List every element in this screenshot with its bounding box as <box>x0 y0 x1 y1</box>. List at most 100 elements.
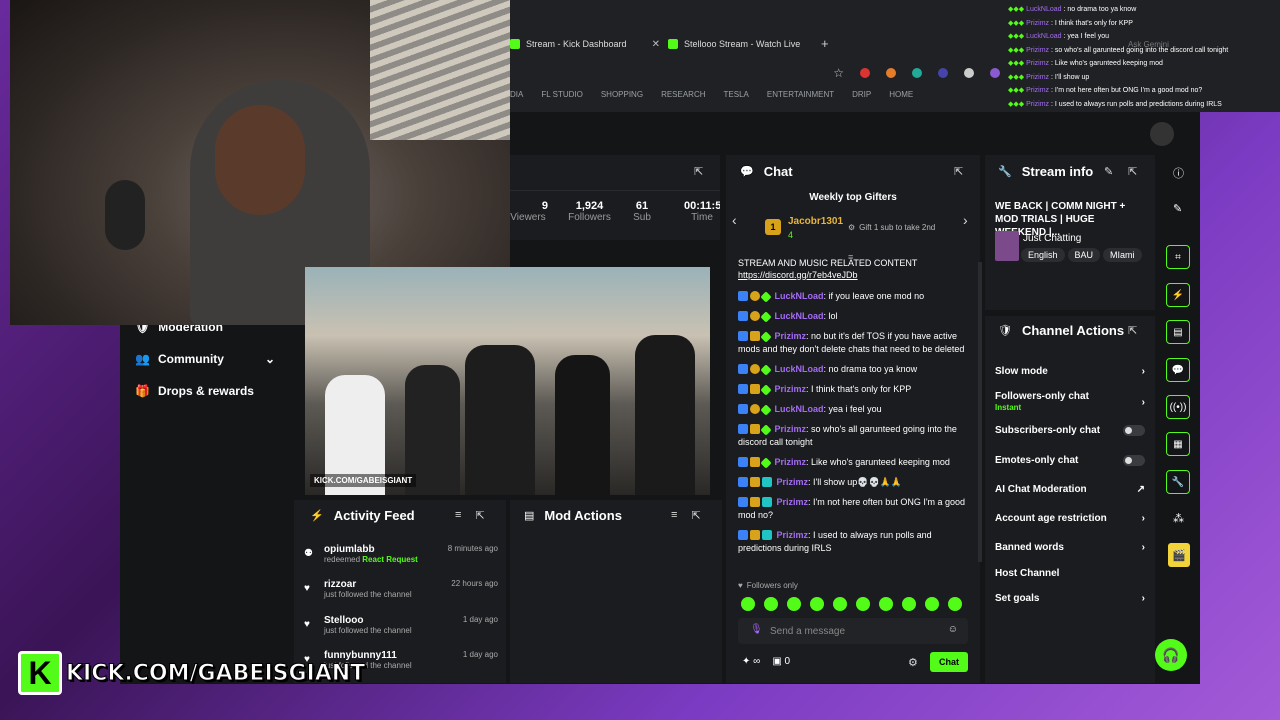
popout-icon[interactable]: ⇱ <box>954 165 963 178</box>
sidebar-item-community[interactable]: 👥 Community ⌄ <box>135 352 275 366</box>
chat-username[interactable]: Prizimz <box>775 457 807 467</box>
clip-icon[interactable]: ⌗ <box>1166 245 1190 269</box>
edit-pencil-icon[interactable]: ✎ <box>1173 202 1182 215</box>
bookmark-item[interactable]: RESEARCH <box>661 90 705 104</box>
popout-icon[interactable]: ⇱ <box>694 165 703 178</box>
chat-username[interactable]: Prizimz <box>777 477 809 487</box>
popout-icon[interactable]: ⇱ <box>475 509 484 522</box>
browser-tab-dashboard[interactable]: Stream - Kick Dashboard ✕ <box>510 34 660 54</box>
chat-username[interactable]: LuckNLoad <box>775 364 824 374</box>
extension-icon[interactable] <box>964 68 974 78</box>
sidebar-item-drops[interactable]: 🎁 Drops & rewards <box>135 384 254 398</box>
bookmark-item[interactable]: DRIP <box>852 90 871 104</box>
popout-icon[interactable]: ⇱ <box>1128 165 1137 178</box>
chat-username[interactable]: Prizimz <box>775 384 807 394</box>
emote-icon[interactable] <box>925 597 939 611</box>
bookmark-item[interactable]: ENTERTAINMENT <box>767 90 834 104</box>
close-icon[interactable]: ✕ <box>652 39 660 50</box>
emote-icon[interactable] <box>856 597 870 611</box>
action-ai-moderation[interactable]: AI Chat Moderation ↗ <box>995 484 1145 495</box>
extension-icon[interactable] <box>860 68 870 78</box>
emoji-icon[interactable]: ☺ <box>948 624 958 635</box>
action-host-channel[interactable]: Host Channel <box>995 568 1145 579</box>
extension-icon[interactable] <box>912 68 922 78</box>
document-icon[interactable]: ▤ <box>1166 320 1190 344</box>
overlay-username: Prizimz <box>1026 100 1050 108</box>
action-account-age[interactable]: Account age restriction › <box>995 513 1145 524</box>
microphone-icon[interactable]: 🎙 <box>750 624 763 635</box>
broadcast-icon[interactable]: ((•)) <box>1166 395 1190 419</box>
bolt-icon: ⚡ <box>310 510 324 522</box>
emote-icon[interactable] <box>948 597 962 611</box>
emote-icon[interactable] <box>764 597 778 611</box>
clapperboard-icon[interactable]: 🎬 <box>1168 543 1190 567</box>
emote-icon[interactable] <box>879 597 893 611</box>
gift-prompt[interactable]: ⚙ Gift 1 sub to take 2nd <box>848 223 935 232</box>
emote-icon[interactable] <box>810 597 824 611</box>
layout-icon[interactable]: ▦ <box>1166 432 1190 456</box>
chat-username[interactable]: Prizimz <box>777 497 809 507</box>
filter-icon[interactable]: ≡ <box>455 509 461 522</box>
stream-preview-video[interactable] <box>305 267 710 495</box>
action-subscribers-only[interactable]: Subscribers-only chat <box>995 425 1145 436</box>
action-set-goals[interactable]: Set goals › <box>995 593 1145 604</box>
bolt-icon[interactable]: ⚡ <box>1166 283 1190 307</box>
bookmark-item[interactable]: TESLA <box>724 90 749 104</box>
chat-username[interactable]: Prizimz <box>775 331 807 341</box>
chat-username[interactable]: LuckNLoad <box>775 291 824 301</box>
chat-scrollbar[interactable] <box>978 262 982 562</box>
emote-icon[interactable] <box>741 597 755 611</box>
chat-username[interactable]: LuckNLoad <box>775 311 824 321</box>
edit-pencil-icon[interactable]: ✎ <box>1104 165 1113 178</box>
emotes-only-toggle[interactable] <box>1123 455 1145 466</box>
browser-tab-stream[interactable]: Stellooo Stream - Watch Live <box>668 34 818 54</box>
chat-username[interactable]: LuckNLoad <box>775 404 824 414</box>
overlay-chat-line: ◆◆◆ Prizimz : so who's all garunteed goi… <box>1008 46 1229 54</box>
kick-favicon-icon <box>510 39 520 49</box>
mod-actions-panel <box>510 500 722 683</box>
new-tab-icon[interactable]: + <box>821 36 829 51</box>
emote-icon[interactable] <box>787 597 801 611</box>
top-gifter-name[interactable]: Jacobr1301 <box>788 216 843 227</box>
chat-username[interactable]: Prizimz <box>777 530 809 540</box>
bookmark-star-icon[interactable]: ☆ <box>833 66 844 80</box>
popout-icon[interactable]: ⇱ <box>691 509 700 522</box>
extension-icon[interactable] <box>886 68 896 78</box>
bookmark-item[interactable]: FL STUDIO <box>541 90 582 104</box>
subscribers-only-toggle[interactable] <box>1123 425 1145 436</box>
action-emotes-only[interactable]: Emotes-only chat <box>995 455 1145 466</box>
wrench-icon[interactable]: 🔧 <box>1166 470 1190 494</box>
bookmark-item[interactable]: DIA <box>510 90 523 104</box>
tag-chip[interactable]: BAU <box>1067 248 1101 262</box>
chat-username[interactable]: Prizimz <box>775 424 807 434</box>
chat-send-button[interactable]: Chat <box>930 652 968 672</box>
chevron-left-icon[interactable]: ‹ <box>732 212 737 228</box>
extension-icon[interactable] <box>990 68 1000 78</box>
support-headset-icon[interactable]: 🎧 <box>1155 639 1187 671</box>
chat-message-input[interactable]: 🎙 Send a message ☺ <box>738 618 968 644</box>
avatar[interactable] <box>1150 122 1174 146</box>
action-followers-only[interactable]: Followers-only chat Instant › <box>995 391 1145 413</box>
emote-icon[interactable] <box>833 597 847 611</box>
pinned-link[interactable]: https://discord.gg/r7eb4veJDb <box>738 270 858 280</box>
filter-icon[interactable]: ≡ <box>671 509 677 522</box>
chat-bubble-icon[interactable]: 💬 <box>1166 358 1190 382</box>
bookmark-item[interactable]: HOME <box>889 90 913 104</box>
settings-gear-icon[interactable]: ⚙ <box>908 656 918 669</box>
action-slow-mode[interactable]: Slow mode › <box>995 366 1145 377</box>
action-banned-words[interactable]: Banned words › <box>995 542 1145 553</box>
tag-chip[interactable]: MIami <box>1103 248 1142 262</box>
info-icon[interactable]: ⓘ <box>1173 165 1184 181</box>
stream-category[interactable]: Just Chatting <box>1023 233 1081 244</box>
gift-box-icon[interactable]: ▣ 0 <box>772 656 790 667</box>
emote-icon[interactable] <box>902 597 916 611</box>
community-icon[interactable]: ⁂ <box>1173 512 1184 525</box>
bookmark-item[interactable]: SHOPPING <box>601 90 643 104</box>
chevron-right-icon[interactable]: › <box>963 212 968 228</box>
heart-icon: ♥ <box>738 581 743 590</box>
points-icon[interactable]: ✦ ∞ <box>742 656 760 667</box>
chat-message: LuckNLoad: no drama too ya know <box>738 363 974 376</box>
popout-icon[interactable]: ⇱ <box>1128 324 1137 337</box>
tag-chip[interactable]: English <box>1021 248 1065 262</box>
extension-icon[interactable] <box>938 68 948 78</box>
